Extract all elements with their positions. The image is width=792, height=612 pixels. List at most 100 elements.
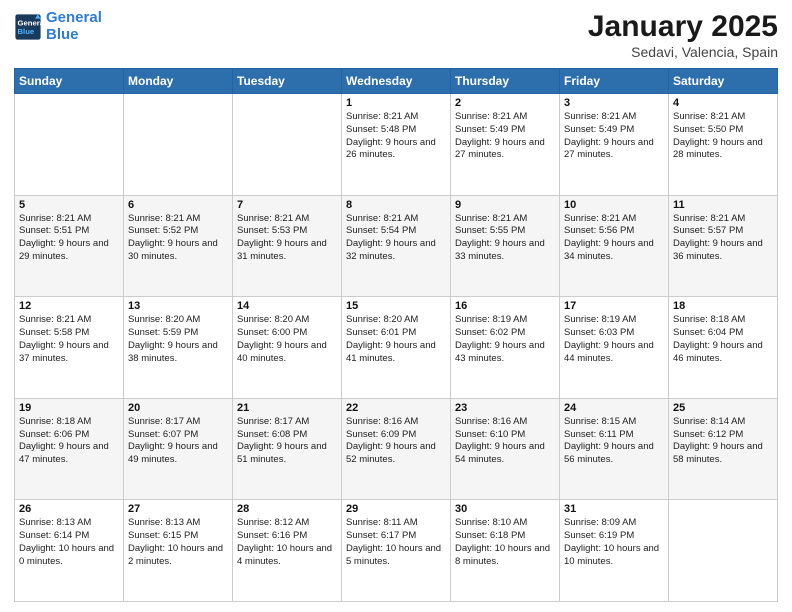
calendar-cell: 1 Sunrise: 8:21 AM Sunset: 5:48 PM Daylig… [342, 94, 451, 196]
cell-day-number: 23 [455, 402, 555, 414]
cell-info: Sunrise: 8:21 AM Sunset: 5:57 PM Dayligh… [673, 213, 773, 264]
cell-day-number: 31 [564, 503, 664, 515]
calendar-cell: 28 Sunrise: 8:12 AM Sunset: 6:16 PM Dayli… [233, 500, 342, 602]
calendar-cell: 29 Sunrise: 8:11 AM Sunset: 6:17 PM Dayli… [342, 500, 451, 602]
cell-day-number: 14 [237, 300, 337, 312]
cell-info: Sunrise: 8:19 AM Sunset: 6:03 PM Dayligh… [564, 314, 664, 365]
header: General Blue General Blue January 2025 S… [14, 10, 778, 60]
cell-info: Sunrise: 8:10 AM Sunset: 6:18 PM Dayligh… [455, 517, 555, 568]
cell-day-number: 27 [128, 503, 228, 515]
calendar-cell: 15 Sunrise: 8:20 AM Sunset: 6:01 PM Dayli… [342, 297, 451, 399]
cell-day-number: 29 [346, 503, 446, 515]
cell-day-number: 6 [128, 199, 228, 211]
cell-day-number: 16 [455, 300, 555, 312]
cell-info: Sunrise: 8:12 AM Sunset: 6:16 PM Dayligh… [237, 517, 337, 568]
svg-text:General: General [18, 18, 43, 27]
calendar-cell: 2Sunrise: 8:21 AM Sunset: 5:49 PM Daylig… [451, 94, 560, 196]
cell-info: Sunrise: 8:21 AM Sunset: 5:53 PM Dayligh… [237, 213, 337, 264]
cell-day-number: 28 [237, 503, 337, 515]
calendar-week-row: 26 Sunrise: 8:13 AM Sunset: 6:14 PM Dayli… [15, 500, 778, 602]
calendar-cell: 25 Sunrise: 8:14 AM Sunset: 6:12 PM Dayli… [669, 398, 778, 500]
cell-day-number: 11 [673, 199, 773, 211]
weekday-header: Friday [560, 69, 669, 94]
cell-day-number: 21 [237, 402, 337, 414]
cell-info: Sunrise: 8:21 AM Sunset: 5:49 PM Dayligh… [564, 111, 664, 162]
calendar-cell: 23 Sunrise: 8:16 AM Sunset: 6:10 PM Dayli… [451, 398, 560, 500]
calendar-cell: 21Sunrise: 8:17 AM Sunset: 6:08 PM Dayli… [233, 398, 342, 500]
cell-day-number: 13 [128, 300, 228, 312]
cell-day-number: 12 [19, 300, 119, 312]
cell-info: Sunrise: 8:18 AM Sunset: 6:06 PM Dayligh… [19, 416, 119, 467]
weekday-header: Thursday [451, 69, 560, 94]
calendar-cell: 14Sunrise: 8:20 AM Sunset: 6:00 PM Dayli… [233, 297, 342, 399]
calendar-cell: 19 Sunrise: 8:18 AM Sunset: 6:06 PM Dayli… [15, 398, 124, 500]
cell-info: Sunrise: 8:16 AM Sunset: 6:09 PM Dayligh… [346, 416, 446, 467]
calendar-cell: 27 Sunrise: 8:13 AM Sunset: 6:15 PM Dayli… [124, 500, 233, 602]
calendar-week-row: 5 Sunrise: 8:21 AM Sunset: 5:51 PM Daylig… [15, 195, 778, 297]
cell-info: Sunrise: 8:21 AM Sunset: 5:54 PM Dayligh… [346, 213, 446, 264]
calendar-cell: 26 Sunrise: 8:13 AM Sunset: 6:14 PM Dayli… [15, 500, 124, 602]
cell-info: Sunrise: 8:21 AM Sunset: 5:49 PM Dayligh… [455, 111, 555, 162]
logo-text: General Blue [46, 10, 102, 43]
cell-info: Sunrise: 8:13 AM Sunset: 6:15 PM Dayligh… [128, 517, 228, 568]
cell-day-number: 26 [19, 503, 119, 515]
cell-day-number: 10 [564, 199, 664, 211]
cell-day-number: 7 [237, 199, 337, 211]
title-block: January 2025 Sedavi, Valencia, Spain [588, 10, 778, 60]
month-title: January 2025 [588, 10, 778, 44]
cell-info: Sunrise: 8:13 AM Sunset: 6:14 PM Dayligh… [19, 517, 119, 568]
cell-day-number: 17 [564, 300, 664, 312]
cell-day-number: 18 [673, 300, 773, 312]
cell-day-number: 20 [128, 402, 228, 414]
weekday-header: Tuesday [233, 69, 342, 94]
calendar-cell [233, 94, 342, 196]
cell-day-number: 25 [673, 402, 773, 414]
cell-info: Sunrise: 8:14 AM Sunset: 6:12 PM Dayligh… [673, 416, 773, 467]
cell-day-number: 30 [455, 503, 555, 515]
cell-day-number: 3 [564, 97, 664, 109]
cell-day-number: 24 [564, 402, 664, 414]
cell-info: Sunrise: 8:09 AM Sunset: 6:19 PM Dayligh… [564, 517, 664, 568]
calendar-cell: 3 Sunrise: 8:21 AM Sunset: 5:49 PM Daylig… [560, 94, 669, 196]
cell-info: Sunrise: 8:16 AM Sunset: 6:10 PM Dayligh… [455, 416, 555, 467]
calendar-cell: 18Sunrise: 8:18 AM Sunset: 6:04 PM Dayli… [669, 297, 778, 399]
calendar-cell: 24 Sunrise: 8:15 AM Sunset: 6:11 PM Dayli… [560, 398, 669, 500]
calendar-cell: 30 Sunrise: 8:10 AM Sunset: 6:18 PM Dayli… [451, 500, 560, 602]
calendar-week-row: 1 Sunrise: 8:21 AM Sunset: 5:48 PM Daylig… [15, 94, 778, 196]
weekday-header: Sunday [15, 69, 124, 94]
logo: General Blue General Blue [14, 10, 102, 43]
cell-info: Sunrise: 8:21 AM Sunset: 5:48 PM Dayligh… [346, 111, 446, 162]
cell-info: Sunrise: 8:21 AM Sunset: 5:51 PM Dayligh… [19, 213, 119, 264]
cell-info: Sunrise: 8:21 AM Sunset: 5:50 PM Dayligh… [673, 111, 773, 162]
cell-info: Sunrise: 8:21 AM Sunset: 5:52 PM Dayligh… [128, 213, 228, 264]
cell-info: Sunrise: 8:19 AM Sunset: 6:02 PM Dayligh… [455, 314, 555, 365]
logo-line1: General [46, 9, 102, 26]
calendar-cell: 12 Sunrise: 8:21 AM Sunset: 5:58 PM Dayli… [15, 297, 124, 399]
calendar-cell: 8 Sunrise: 8:21 AM Sunset: 5:54 PM Daylig… [342, 195, 451, 297]
cell-day-number: 19 [19, 402, 119, 414]
calendar-cell: 13Sunrise: 8:20 AM Sunset: 5:59 PM Dayli… [124, 297, 233, 399]
page: General Blue General Blue January 2025 S… [0, 0, 792, 612]
cell-info: Sunrise: 8:21 AM Sunset: 5:58 PM Dayligh… [19, 314, 119, 365]
cell-day-number: 5 [19, 199, 119, 211]
weekday-header: Saturday [669, 69, 778, 94]
cell-info: Sunrise: 8:20 AM Sunset: 6:01 PM Dayligh… [346, 314, 446, 365]
cell-day-number: 1 [346, 97, 446, 109]
calendar-cell: 6 Sunrise: 8:21 AM Sunset: 5:52 PM Daylig… [124, 195, 233, 297]
cell-info: Sunrise: 8:11 AM Sunset: 6:17 PM Dayligh… [346, 517, 446, 568]
calendar-cell: 5 Sunrise: 8:21 AM Sunset: 5:51 PM Daylig… [15, 195, 124, 297]
cell-day-number: 9 [455, 199, 555, 211]
cell-day-number: 15 [346, 300, 446, 312]
weekday-header: Wednesday [342, 69, 451, 94]
weekday-header-row: SundayMondayTuesdayWednesdayThursdayFrid… [15, 69, 778, 94]
calendar-cell: 7 Sunrise: 8:21 AM Sunset: 5:53 PM Daylig… [233, 195, 342, 297]
calendar-week-row: 19 Sunrise: 8:18 AM Sunset: 6:06 PM Dayli… [15, 398, 778, 500]
calendar-cell: 9 Sunrise: 8:21 AM Sunset: 5:55 PM Daylig… [451, 195, 560, 297]
cell-info: Sunrise: 8:17 AM Sunset: 6:07 PM Dayligh… [128, 416, 228, 467]
svg-text:Blue: Blue [18, 27, 35, 36]
calendar-cell [669, 500, 778, 602]
cell-info: Sunrise: 8:15 AM Sunset: 6:11 PM Dayligh… [564, 416, 664, 467]
cell-info: Sunrise: 8:21 AM Sunset: 5:55 PM Dayligh… [455, 213, 555, 264]
cell-day-number: 8 [346, 199, 446, 211]
calendar-week-row: 12 Sunrise: 8:21 AM Sunset: 5:58 PM Dayli… [15, 297, 778, 399]
